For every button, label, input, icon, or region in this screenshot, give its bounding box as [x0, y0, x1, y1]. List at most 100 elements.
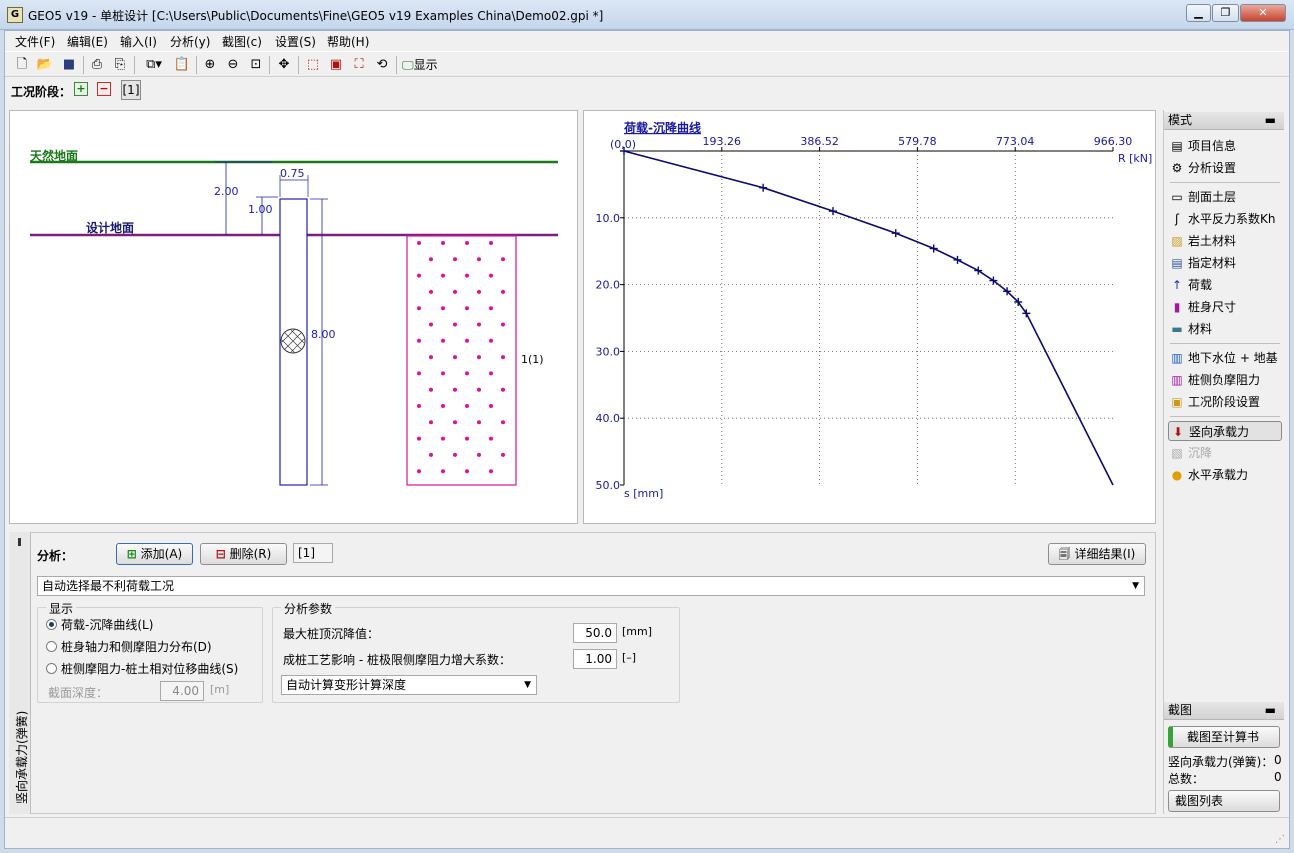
detailed-results-button[interactable]: 🗐 详细结果(I): [1048, 543, 1146, 565]
title-bar: G GEO5 v19 - 单桩设计 [C:\Users\Public\Docum…: [0, 0, 1294, 30]
side-item-assign[interactable]: ▤ 指定材料: [1170, 253, 1280, 273]
soil-hatch-dot: [453, 452, 457, 457]
radio-icon: [46, 641, 57, 652]
design-ground-label: 设计地面: [86, 220, 134, 235]
soil-hatch-dot: [477, 289, 481, 294]
pile-icon: ▮: [1173, 300, 1181, 314]
vertical-tab[interactable]: 竖向承载力(弹簧): [9, 532, 31, 814]
capture-header-label: 截图: [1168, 703, 1193, 717]
soil-hatch-dot: [453, 355, 457, 360]
soil-hatch-dot: [441, 404, 445, 408]
deformation-depth-value: 自动计算变形计算深度: [286, 678, 407, 692]
menu-help[interactable]: 帮助(H): [327, 33, 369, 50]
soil-hatch-dot: [477, 387, 481, 392]
stage-tab-1[interactable]: [1]: [121, 80, 141, 100]
delete-analysis-button[interactable]: ⊟ 删除(R): [200, 543, 287, 565]
menu-analysis[interactable]: 分析(y): [170, 33, 210, 50]
collapse-icon[interactable]: ▬: [1265, 702, 1276, 719]
soil-hatch-dot: [501, 322, 505, 327]
zoom-in-icon[interactable]: ⊕: [200, 55, 220, 75]
capture-to-report-button[interactable]: 截图至计算书: [1168, 726, 1280, 748]
close-button[interactable]: ✕: [1240, 4, 1286, 22]
menu-edit[interactable]: 编辑(E): [67, 33, 108, 50]
vertical-capacity-icon: ⬇: [1172, 425, 1184, 439]
print-preview-icon[interactable]: ⎘: [110, 55, 130, 75]
soil-hatch-dot: [429, 257, 433, 262]
copy-dropdown-icon[interactable]: ⧉▾: [139, 55, 169, 75]
maximize-button[interactable]: ❐: [1212, 4, 1239, 22]
resize-grip-icon[interactable]: ⋰: [1275, 834, 1285, 845]
side-item-project-info[interactable]: ▤ 项目信息: [1170, 136, 1280, 156]
paste-icon[interactable]: 📋: [172, 55, 192, 75]
collapse-icon[interactable]: ▬: [1265, 112, 1276, 129]
y-axis-label: s [mm]: [624, 487, 663, 500]
minimize-button[interactable]: ▁: [1186, 4, 1211, 22]
load-case-select[interactable]: 自动选择最不利荷载工况 ▼: [37, 576, 1145, 596]
soil-hatch-dot: [441, 241, 445, 245]
menu-capture[interactable]: 截图(c): [222, 33, 262, 50]
max-settlement-label: 最大桩顶沉降值：: [283, 627, 380, 641]
y-tick-label: 30.0: [596, 345, 621, 358]
side-item-stage-settings[interactable]: ▣ 工况阶段设置: [1170, 392, 1280, 412]
select-region-icon[interactable]: ⬚: [303, 55, 323, 75]
refresh-view-icon[interactable]: ⟲: [372, 55, 392, 75]
x-tick-label: 773.04: [996, 135, 1034, 148]
side-item-water[interactable]: ▥ 地下水位 + 地基: [1170, 348, 1280, 368]
add-analysis-button[interactable]: ⊞ 添加(A): [116, 543, 193, 565]
x-tick-label: 579.78: [898, 135, 937, 148]
side-item-soils[interactable]: ▨ 岩土材料: [1170, 231, 1280, 251]
side-item-load[interactable]: ↑ 荷载: [1170, 275, 1280, 295]
open-folder-icon[interactable]: 📂: [35, 55, 55, 75]
zoom-out-icon[interactable]: ⊖: [223, 55, 243, 75]
side-item-negative-friction[interactable]: ▥ 桩侧负摩阻力: [1170, 370, 1280, 390]
menu-input[interactable]: 输入(I): [120, 33, 157, 50]
window-title: GEO5 v19 - 单桩设计 [C:\Users\Public\Documen…: [28, 9, 604, 23]
menu-file[interactable]: 文件(F): [15, 33, 55, 50]
soil-hatch-dot: [489, 404, 493, 408]
pan-icon[interactable]: ✥: [274, 55, 294, 75]
print-icon[interactable]: ⎙: [87, 55, 107, 75]
radio-friction-displacement[interactable]: 桩侧摩阻力-桩土相对位移曲线(S): [46, 660, 238, 678]
pin-icon[interactable]: [18, 538, 21, 546]
side-item-profile[interactable]: ▭ 剖面土层: [1170, 187, 1280, 207]
display-button[interactable]: 🖵显示: [399, 55, 449, 75]
save-icon[interactable]: ■: [59, 55, 79, 75]
offset-dimension-label: 1.00: [248, 203, 273, 216]
side-item-pile-size[interactable]: ▮ 桩身尺寸: [1170, 297, 1280, 317]
capture-list-button[interactable]: 截图列表: [1168, 790, 1280, 812]
water-icon: ▥: [1171, 351, 1183, 365]
side-item-horizontal-capacity[interactable]: ● 水平承载力: [1170, 465, 1280, 485]
horizontal-capacity-icon: ●: [1171, 468, 1183, 482]
soil-hatch-dot: [441, 273, 445, 278]
zoom-window-icon[interactable]: ⊡: [246, 55, 266, 75]
mode-header-label: 模式: [1168, 113, 1193, 127]
soil-hatch-dot: [465, 338, 469, 343]
side-item-settlement[interactable]: ▧ 沉降: [1170, 443, 1280, 463]
menu-bar: 文件(F) 编辑(E) 输入(I) 分析(y) 截图(c) 设置(S) 帮助(H…: [5, 31, 1289, 51]
vertical-tab-label: 竖向承载力(弹簧): [15, 710, 29, 804]
soil-hatch-dot: [477, 452, 481, 457]
new-file-icon[interactable]: 🗋: [12, 55, 32, 75]
add-stage-icon[interactable]: +: [74, 82, 88, 96]
soil-hatch-dot: [417, 469, 421, 474]
soil-hatch-dot: [429, 322, 433, 327]
radio-axial-force[interactable]: 桩身轴力和侧摩阻力分布(D): [46, 638, 212, 656]
side-item-analysis-settings[interactable]: ⚙ 分析设置: [1170, 158, 1280, 178]
side-item-vertical-capacity[interactable]: ⬇ 竖向承载力: [1168, 421, 1282, 441]
side-item-kh[interactable]: ʃ 水平反力系数Kh: [1170, 209, 1280, 229]
friction-factor-input[interactable]: 1.00: [573, 649, 617, 669]
side-item-material[interactable]: ▬ 材料: [1170, 319, 1280, 339]
menu-settings[interactable]: 设置(S): [275, 33, 316, 50]
x-tick-label: 386.52: [800, 135, 839, 148]
fit-region-icon[interactable]: ▣: [326, 55, 346, 75]
assign-icon: ▤: [1171, 256, 1183, 270]
soil-hatch-dot: [501, 387, 505, 392]
radio-load-settlement[interactable]: 荷载-沉降曲线(L): [46, 616, 153, 634]
max-settlement-input[interactable]: 50.0: [573, 623, 617, 643]
remove-stage-icon[interactable]: −: [97, 82, 111, 96]
soil-hatch-dot: [453, 387, 457, 392]
soil-hatch-dot: [465, 241, 469, 245]
deformation-depth-select[interactable]: 自动计算变形计算深度 ▼: [281, 675, 537, 695]
width-dimension-label: 0.75: [280, 167, 305, 180]
zoom-extents-icon[interactable]: ⛶: [349, 55, 369, 75]
